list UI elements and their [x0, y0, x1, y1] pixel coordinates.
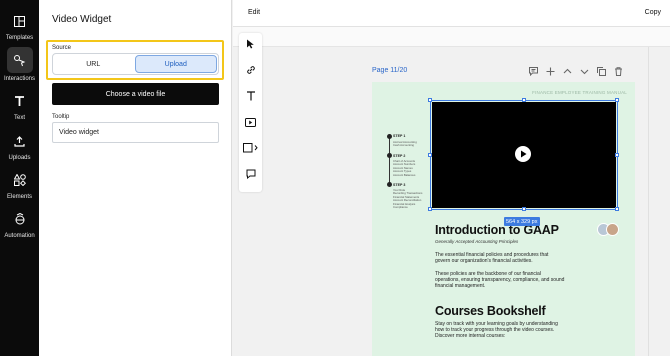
- source-toggle: URL Upload: [52, 53, 219, 75]
- tool-column: [239, 33, 262, 192]
- cursor-icon: [246, 36, 255, 54]
- scrollbar[interactable]: [648, 47, 649, 356]
- rail-label: Elements: [6, 194, 32, 200]
- square-icon: [242, 140, 259, 158]
- intro-subtitle: Generally Accepted Accounting Principles: [435, 239, 519, 244]
- move-down-icon[interactable]: [579, 66, 590, 77]
- rail-text[interactable]: Text: [0, 90, 39, 121]
- sub-bar: [233, 27, 670, 47]
- intro-title: Introduction to GAAP: [435, 223, 559, 237]
- rail-uploads[interactable]: Uploads: [0, 130, 39, 161]
- resize-handle[interactable]: [522, 98, 526, 102]
- step-title: STEP 1: [393, 134, 406, 138]
- resize-handle[interactable]: [522, 207, 526, 211]
- source-upload-button[interactable]: Upload: [134, 55, 217, 73]
- step-title: STEP 2: [393, 154, 406, 158]
- timeline-line: [389, 138, 390, 186]
- page-actions: [528, 66, 624, 77]
- add-page-icon[interactable]: [545, 66, 556, 77]
- rail-label: Text: [13, 115, 25, 121]
- elements-icon: [9, 169, 31, 191]
- rail-elements[interactable]: Elements: [0, 169, 39, 200]
- play-icon: [520, 145, 527, 163]
- text-tool[interactable]: [239, 87, 262, 107]
- comment-action-icon[interactable]: [528, 66, 539, 77]
- rail-label: Automation: [4, 233, 35, 239]
- video-icon: [245, 114, 256, 132]
- rail-label: Templates: [5, 35, 34, 41]
- size-badge: 564 x 329 px: [504, 217, 540, 226]
- courses-title: Courses Bookshelf: [435, 304, 546, 318]
- text-icon: [9, 90, 31, 112]
- move-up-icon[interactable]: [562, 66, 573, 77]
- paragraph: These policies are the backbone of our f…: [435, 271, 565, 290]
- delete-icon[interactable]: [613, 66, 624, 77]
- step-items: Your Role Recording Transactions Financi…: [393, 188, 423, 210]
- step-dot: [387, 182, 392, 187]
- tooltip-input[interactable]: Video widget: [52, 122, 219, 143]
- step-items: Chart of Accounts Account Numbers Accoun…: [393, 159, 416, 177]
- comment-tool[interactable]: [239, 165, 262, 185]
- edit-button[interactable]: Edit: [248, 9, 260, 16]
- resize-handle[interactable]: [428, 98, 432, 102]
- panel-title: Video Widget: [52, 14, 112, 25]
- link-icon: [246, 62, 256, 80]
- text-tool-icon: [246, 88, 256, 106]
- rail-label: Uploads: [8, 155, 31, 161]
- resize-handle[interactable]: [428, 207, 432, 211]
- avatar: [606, 223, 619, 236]
- automation-icon: [9, 208, 31, 230]
- copy-button[interactable]: Copy: [645, 9, 661, 16]
- top-bar: Edit Copy: [233, 0, 670, 27]
- page-indicator: Page 11/20: [372, 67, 408, 74]
- paragraph: Stay on track with your learning goals b…: [435, 321, 558, 340]
- rail-label: Interactions: [3, 76, 36, 82]
- upload-icon: [9, 130, 31, 152]
- interactions-icon: [6, 47, 33, 73]
- tooltip-label: Tooltip: [52, 114, 70, 120]
- step-dot: [387, 153, 392, 158]
- doc-header: FINANCE EMPLOYEE TRAINING MANUAL: [532, 90, 627, 95]
- video-tool[interactable]: [239, 113, 262, 133]
- step-dot: [387, 134, 392, 139]
- resize-handle[interactable]: [615, 207, 619, 211]
- link-tool[interactable]: [239, 61, 262, 81]
- source-url-button[interactable]: URL: [53, 54, 134, 74]
- rail-templates[interactable]: Templates: [0, 10, 39, 41]
- resize-handle[interactable]: [615, 98, 619, 102]
- resize-handle[interactable]: [428, 153, 432, 157]
- rail-automation[interactable]: Automation: [0, 208, 39, 239]
- comment-icon: [246, 166, 256, 184]
- play-button[interactable]: [515, 146, 531, 162]
- video-widget-panel: Video Widget Source URL Upload Choose a …: [39, 0, 232, 356]
- choose-video-button[interactable]: Choose a video file: [52, 83, 219, 105]
- templates-icon: [9, 10, 31, 32]
- source-label: Source: [52, 45, 72, 51]
- avatar-group: [597, 223, 619, 236]
- paragraph: The essential financial policies and pro…: [435, 252, 549, 265]
- left-rail: Templates Interactions Text Uploads Elem…: [0, 0, 39, 356]
- resize-handle[interactable]: [615, 153, 619, 157]
- step-items: Accrual Accounting Cash Accounting: [393, 140, 417, 148]
- shape-tool[interactable]: [239, 139, 262, 159]
- step-title: STEP 3: [393, 183, 406, 187]
- duplicate-icon[interactable]: [596, 66, 607, 77]
- rail-interactions[interactable]: Interactions: [0, 47, 39, 82]
- select-tool[interactable]: [239, 35, 262, 55]
